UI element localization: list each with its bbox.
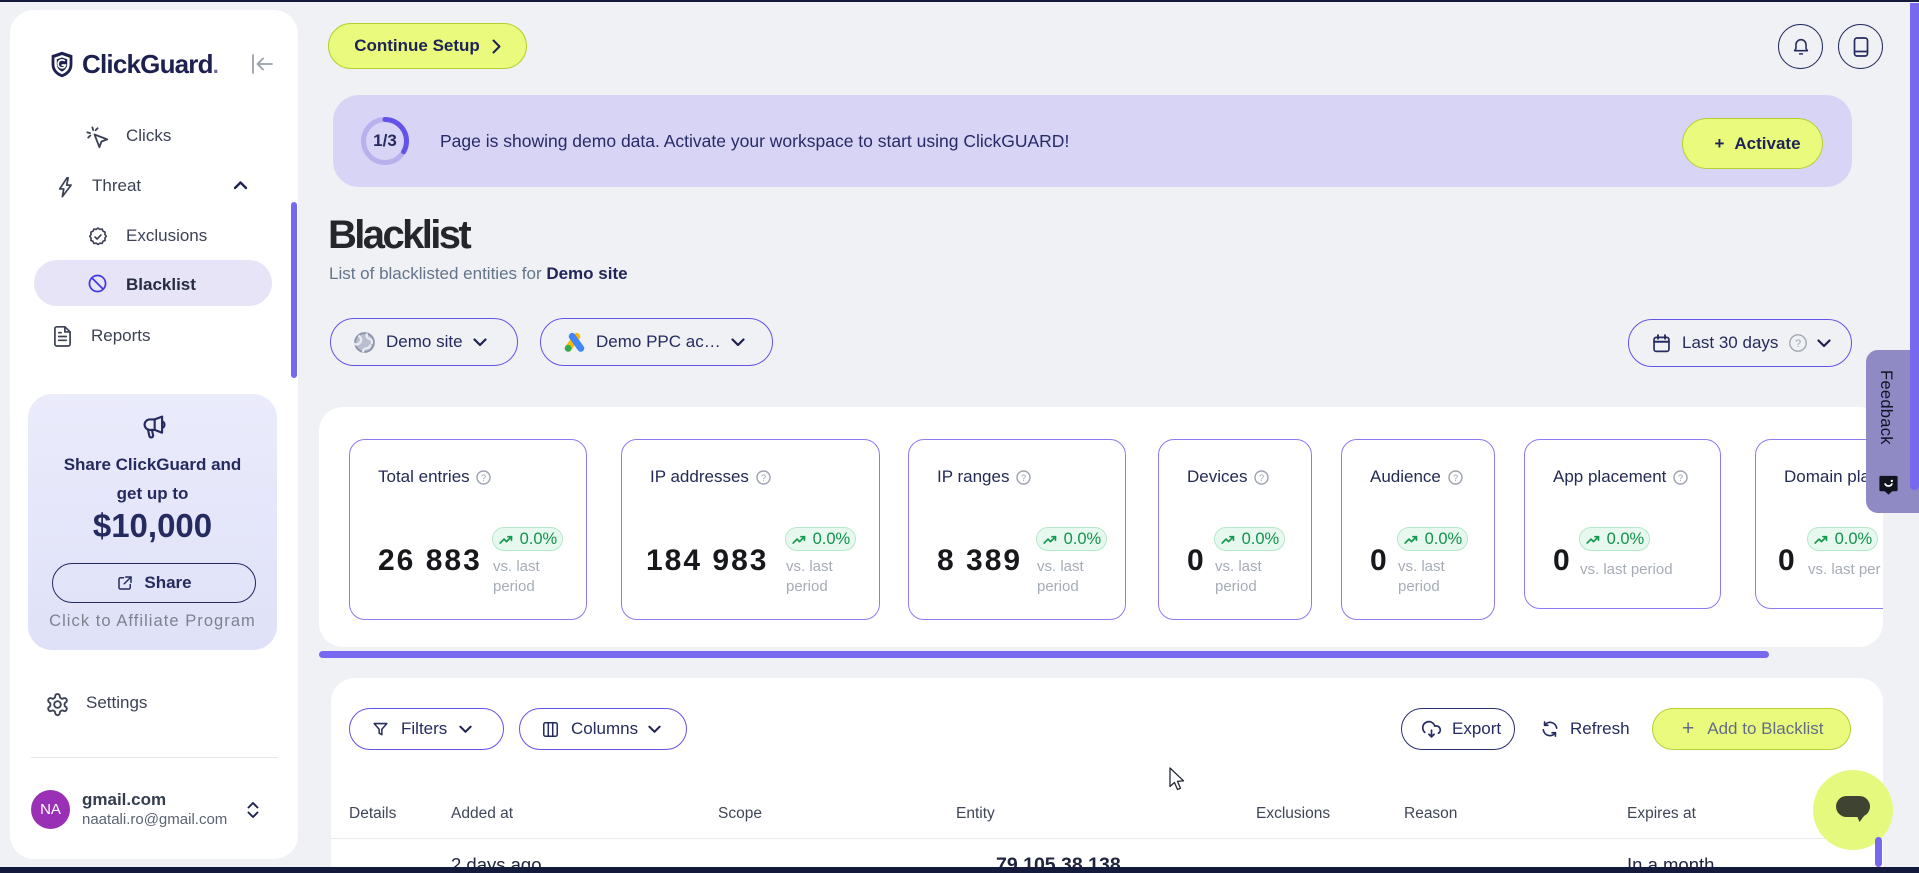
svg-text:?: ? bbox=[481, 472, 486, 482]
svg-text:?: ? bbox=[1259, 472, 1264, 482]
svg-text:?: ? bbox=[1795, 338, 1801, 350]
svg-text:?: ? bbox=[761, 472, 766, 482]
svg-text:?: ? bbox=[1678, 472, 1683, 482]
svg-text:?: ? bbox=[1453, 472, 1458, 482]
svg-text:?: ? bbox=[1021, 472, 1026, 482]
